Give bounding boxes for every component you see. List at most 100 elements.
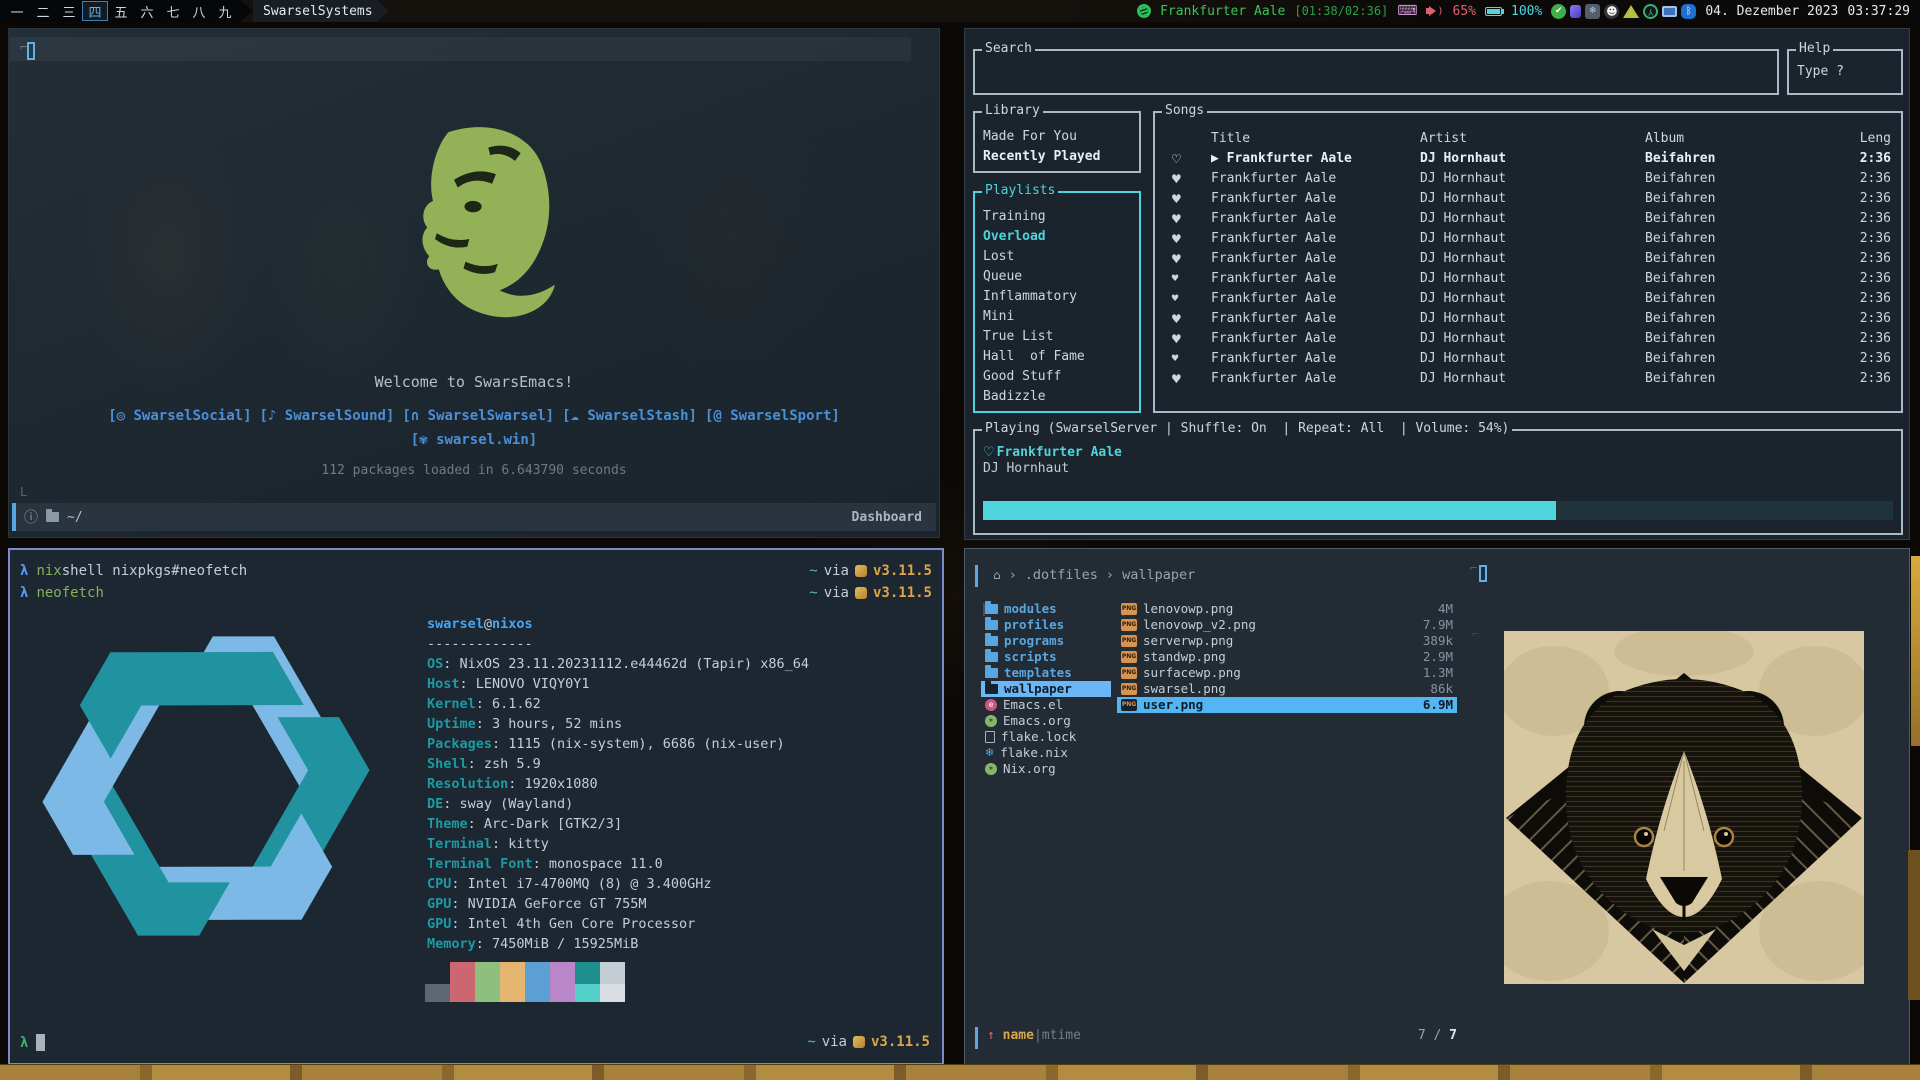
library-item[interactable]: Recently Played: [975, 147, 1139, 167]
terminal-cursor: [36, 1034, 45, 1051]
wallpaper-preview-bear-image: [1504, 631, 1864, 984]
breadcrumb-segment[interactable]: wallpaper: [1122, 567, 1195, 583]
file-entry-standwp.png[interactable]: PNGstandwp.png2.9M: [1117, 649, 1457, 665]
png-file-icon: PNG: [1121, 619, 1137, 631]
checkmark-icon[interactable]: ✔: [1551, 4, 1566, 19]
song-row[interactable]: ♥Frankfurter AaleDJ HornhautBeifahren2:3…: [1155, 329, 1901, 349]
gem-icon[interactable]: [1570, 5, 1581, 18]
song-row[interactable]: ♥Frankfurter AaleDJ HornhautBeifahren2:3…: [1155, 209, 1901, 229]
song-row[interactable]: ♥Frankfurter AaleDJ HornhautBeifahren2:3…: [1155, 229, 1901, 249]
file-entry-swarsel.png[interactable]: PNGswarsel.png86k: [1117, 681, 1457, 697]
volume-icon[interactable]: ): [1426, 6, 1443, 17]
heart-icon[interactable]: ♥: [1171, 329, 1211, 349]
parent-entry-flake.lock[interactable]: flake.lock: [981, 729, 1111, 745]
terminal-window[interactable]: λnix shell nixpkgs#neofetch~viav3.11.5λn…: [8, 548, 944, 1065]
heart-icon[interactable]: ♥: [1171, 209, 1211, 229]
parent-entry-modules[interactable]: modules: [981, 601, 1111, 617]
playlist-item[interactable]: Inflammatory: [975, 287, 1139, 307]
dashboard-link-swarselstash[interactable]: [☁ SwarselStash]: [562, 408, 697, 424]
parent-entry-Nix.org[interactable]: ∗Nix.org: [981, 761, 1111, 777]
parent-entry-templates[interactable]: templates: [981, 665, 1111, 681]
playlist-item[interactable]: Lost: [975, 247, 1139, 267]
command-args: shell nixpkgs#neofetch: [62, 560, 247, 582]
breadcrumb-segment[interactable]: .dotfiles: [1025, 567, 1098, 583]
keyboard-icon[interactable]: ⌨: [1397, 3, 1417, 19]
file-entry-user.png[interactable]: PNGuser.png6.9M: [1117, 697, 1457, 713]
shell-prompt[interactable]: λ: [20, 1034, 45, 1051]
file-entry-lenovowp.png[interactable]: PNGlenovowp.png4M: [1117, 601, 1457, 617]
display-icon[interactable]: [1662, 6, 1677, 17]
heart-icon[interactable]: ♥: [1171, 289, 1211, 309]
dashboard-link-swarselswarsel[interactable]: [∩ SwarselSwarsel]: [402, 408, 554, 424]
song-row[interactable]: ♥Frankfurter AaleDJ HornhautBeifahren2:3…: [1155, 169, 1901, 189]
workspace-6[interactable]: 六: [134, 1, 160, 21]
tent-icon[interactable]: [1623, 5, 1639, 18]
song-row[interactable]: ♥Frankfurter AaleDJ HornhautBeifahren2:3…: [1155, 349, 1901, 369]
workspace-8[interactable]: 八: [186, 1, 212, 21]
song-row[interactable]: ♥Frankfurter AaleDJ HornhautBeifahren2:3…: [1155, 249, 1901, 269]
file-entry-surfacewp.png[interactable]: PNGsurfacewp.png1.3M: [1117, 665, 1457, 681]
sort-status[interactable]: ↑ name|mtime: [987, 1028, 1081, 1043]
file-entry-lenovowp_v2.png[interactable]: PNGlenovowp_v2.png7.9M: [1117, 617, 1457, 633]
dashboard-link-swarselsocial[interactable]: [◎ SwarselSocial]: [108, 408, 251, 424]
song-row[interactable]: ♥Frankfurter AaleDJ HornhautBeifahren2:3…: [1155, 369, 1901, 389]
workspace-1[interactable]: 一: [4, 1, 30, 21]
now-playing-track[interactable]: Frankfurter Aale: [1160, 4, 1285, 19]
spotify-icon[interactable]: [1137, 4, 1151, 18]
playlist-item[interactable]: Badizzle: [975, 387, 1139, 407]
library-item[interactable]: Made For You: [975, 127, 1139, 147]
playlist-item[interactable]: Hall of Fame: [975, 347, 1139, 367]
heart-icon[interactable]: ♥: [1171, 229, 1211, 249]
discord-icon[interactable]: ☻: [1604, 4, 1619, 19]
syncthing-icon[interactable]: Y: [1643, 4, 1658, 19]
file-entry-serverwp.png[interactable]: PNGserverwp.png389k: [1117, 633, 1457, 649]
dashboard-link-swarselsound[interactable]: [♪ SwarselSound]: [260, 408, 395, 424]
dashboard-link-swarselsport[interactable]: [@ SwarselSport]: [705, 408, 840, 424]
parent-entry-profiles[interactable]: profiles: [981, 617, 1111, 633]
parent-entry-programs[interactable]: programs: [981, 633, 1111, 649]
song-row[interactable]: ♡▶ Frankfurter AaleDJ HornhautBeifahren2…: [1155, 149, 1901, 169]
heart-icon[interactable]: ♥: [1171, 369, 1211, 389]
parent-entry-Emacs.org[interactable]: ∗Emacs.org: [981, 713, 1111, 729]
workspace-7[interactable]: 七: [160, 1, 186, 21]
workspace-4[interactable]: 四: [82, 1, 108, 21]
bluetooth-icon[interactable]: ᛒ: [1681, 4, 1696, 19]
song-row[interactable]: ♥Frankfurter AaleDJ HornhautBeifahren2:3…: [1155, 289, 1901, 309]
cwd-indicator: ~: [807, 1034, 815, 1050]
playlist-item[interactable]: Mini: [975, 307, 1139, 327]
song-row[interactable]: ♥Frankfurter AaleDJ HornhautBeifahren2:3…: [1155, 269, 1901, 289]
heart-icon[interactable]: ♥: [1171, 169, 1211, 189]
heart-icon[interactable]: ♥: [1171, 269, 1211, 289]
home-icon[interactable]: ⌂: [993, 568, 1001, 582]
workspace-5[interactable]: 五: [108, 1, 134, 21]
parent-entry-wallpaper[interactable]: wallpaper: [981, 681, 1111, 697]
song-row[interactable]: ♥Frankfurter AaleDJ HornhautBeifahren2:3…: [1155, 189, 1901, 209]
workspace-9[interactable]: 九: [212, 1, 238, 21]
workspace-2[interactable]: 二: [30, 1, 56, 21]
heart-icon[interactable]: ♥: [1171, 349, 1211, 369]
emacs-header-line: [10, 37, 911, 61]
heart-icon[interactable]: ♥: [1171, 189, 1211, 209]
playlist-item[interactable]: Queue: [975, 267, 1139, 287]
breadcrumb[interactable]: ⌂›.dotfiles›wallpaper: [993, 567, 1195, 583]
workspace-3[interactable]: 三: [56, 1, 82, 21]
playlist-item[interactable]: Overload: [975, 227, 1139, 247]
heart-icon[interactable]: ♡: [983, 445, 995, 460]
parent-entry-Emacs.el[interactable]: eEmacs.el: [981, 697, 1111, 713]
package-icon[interactable]: ❄: [1585, 4, 1600, 19]
song-row[interactable]: ♥Frankfurter AaleDJ HornhautBeifahren2:3…: [1155, 309, 1901, 329]
playlist-item[interactable]: Training: [975, 207, 1139, 227]
heart-icon[interactable]: ♡: [1171, 149, 1211, 169]
search-box[interactable]: Search: [973, 49, 1779, 95]
file-icon: [985, 731, 995, 743]
playlist-item[interactable]: Good Stuff: [975, 367, 1139, 387]
dashboard-link-swarsel-win[interactable]: [✾ swarsel.win]: [411, 432, 537, 448]
dashboard-links-row: [◎ SwarselSocial] [♪ SwarselSound] [∩ Swar…: [9, 408, 939, 424]
neofetch-field-theme: Theme: Arc-Dark [GTK2/3]: [427, 814, 809, 834]
playlist-item[interactable]: True List: [975, 327, 1139, 347]
parent-entry-flake.nix[interactable]: ❄flake.nix: [981, 745, 1111, 761]
playback-progress-bar[interactable]: [983, 501, 1893, 520]
heart-icon[interactable]: ♥: [1171, 249, 1211, 269]
parent-entry-scripts[interactable]: scripts: [981, 649, 1111, 665]
heart-icon[interactable]: ♥: [1171, 309, 1211, 329]
